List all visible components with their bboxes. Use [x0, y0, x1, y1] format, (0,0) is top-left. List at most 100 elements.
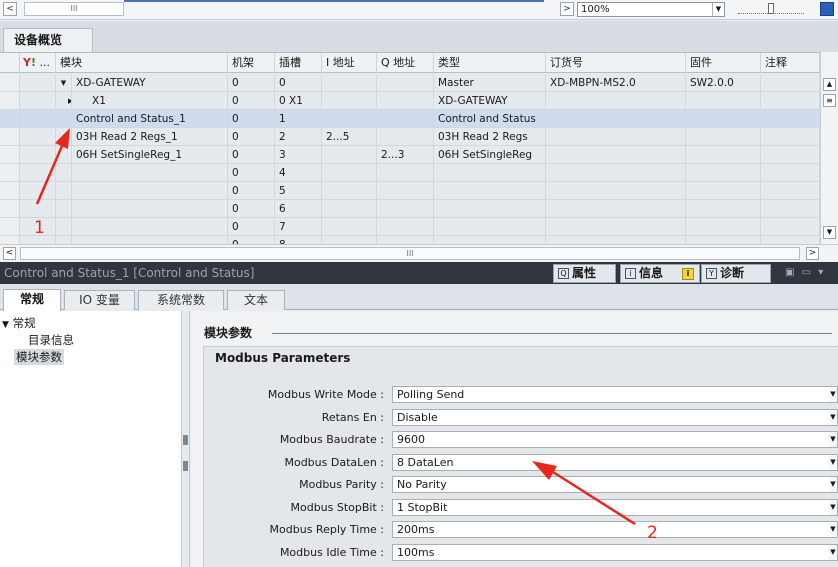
scroll-down-icon[interactable]: ▼: [823, 226, 836, 239]
row-expand-icon[interactable]: [56, 146, 72, 164]
column-header-i-address[interactable]: I 地址: [322, 53, 377, 73]
chevron-down-icon[interactable]: ▼: [829, 386, 838, 403]
row-expand-icon[interactable]: [56, 200, 72, 218]
row-gutter[interactable]: [0, 218, 20, 236]
cell-type: 06H SetSingleReg: [434, 146, 546, 164]
tab-device-overview[interactable]: 设备概览: [3, 28, 93, 52]
column-header-q-address[interactable]: Q 地址: [377, 53, 434, 73]
zoom-slider-thumb[interactable]: [768, 3, 774, 14]
param-select[interactable]: 1 StopBit: [392, 498, 832, 516]
row-gutter[interactable]: [0, 74, 20, 92]
collapse-right-icon[interactable]: [183, 461, 188, 471]
column-header-order-number[interactable]: 订货号: [546, 53, 686, 73]
row-expand-icon[interactable]: ▼: [56, 74, 72, 92]
cell-slot: 4: [275, 164, 322, 182]
param-select[interactable]: 100ms: [392, 543, 832, 561]
row-gutter[interactable]: [0, 92, 20, 110]
row-status-cell: [20, 92, 56, 110]
device-view-icon[interactable]: [820, 2, 834, 16]
column-header-rack[interactable]: 机架: [228, 53, 275, 73]
chevron-down-icon[interactable]: ▼: [829, 408, 838, 426]
scroll-right-icon[interactable]: >: [806, 247, 819, 260]
cell-note: [761, 146, 820, 164]
column-filter-header[interactable]: Y! ...: [20, 53, 56, 73]
cell-fw: [686, 146, 761, 164]
row-expand-icon[interactable]: ▶: [56, 92, 72, 110]
subtab-system-constants[interactable]: 系统常数: [138, 290, 224, 310]
tree-item-module-params[interactable]: 模块参数: [14, 349, 64, 365]
cell-rack: 0: [228, 92, 275, 110]
row-expand-icon[interactable]: [56, 164, 72, 182]
chevron-down-icon[interactable]: ▼: [829, 543, 838, 561]
cell-i-addr: [322, 74, 377, 92]
row-expand-icon[interactable]: [56, 218, 72, 236]
cell-rack: 0: [228, 164, 275, 182]
scroll-left-icon[interactable]: <: [3, 247, 16, 260]
scroll-right-button[interactable]: >: [560, 2, 574, 16]
cell-module: 03H Read 2 Regs_1: [72, 128, 228, 146]
column-header-firmware[interactable]: 固件: [686, 53, 761, 73]
grid-horizontal-scrollbar[interactable]: < III >: [0, 244, 838, 262]
cell-slot: 2: [275, 128, 322, 146]
scroll-up-icon[interactable]: ▲: [823, 78, 836, 91]
subtab-io-tags[interactable]: IO 变量: [64, 290, 135, 310]
top-scroll-thumb[interactable]: III: [24, 2, 124, 16]
chevron-down-icon[interactable]: ▼: [829, 431, 838, 448]
column-header-type[interactable]: 类型: [434, 53, 546, 73]
row-gutter[interactable]: [0, 236, 20, 244]
tab-properties[interactable]: Q 属性: [553, 264, 616, 283]
param-select[interactable]: No Parity: [392, 476, 832, 493]
row-gutter[interactable]: [0, 146, 20, 164]
filter-icon[interactable]: Y: [23, 56, 31, 69]
zoom-select[interactable]: 100% ▼: [577, 2, 725, 17]
chevron-down-icon[interactable]: ▼: [829, 476, 838, 493]
scroll-left-button[interactable]: <: [3, 2, 17, 16]
row-expand-icon[interactable]: [56, 110, 72, 128]
cell-i-addr: [322, 236, 377, 244]
cell-i-addr: [322, 146, 377, 164]
row-expand-icon[interactable]: [56, 182, 72, 200]
tree-expand-icon[interactable]: ▼: [2, 320, 9, 330]
row-gutter[interactable]: [0, 128, 20, 146]
scroll-grip-icon[interactable]: ≡: [823, 94, 836, 107]
row-status-cell: [20, 128, 56, 146]
cell-type: [434, 218, 546, 236]
tab-diagnostics[interactable]: Y 诊断: [701, 264, 771, 283]
cell-note: [761, 218, 820, 236]
column-header-module[interactable]: 模块: [56, 53, 228, 73]
horizontal-scroll-thumb[interactable]: III: [20, 247, 800, 260]
param-select[interactable]: 8 DataLen: [392, 453, 832, 471]
collapse-left-icon[interactable]: [183, 435, 188, 445]
cell-slot: 5: [275, 182, 322, 200]
chevron-down-icon[interactable]: ▼: [829, 453, 838, 471]
param-select[interactable]: 200ms: [392, 521, 832, 538]
param-label: Modbus Idle Time :: [279, 545, 384, 559]
cell-fw: [686, 92, 761, 110]
subtab-general[interactable]: 常规: [3, 289, 61, 311]
panel-splitter[interactable]: [182, 311, 190, 567]
grid-vertical-scrollbar[interactable]: ▲ ≡ ▼: [820, 52, 838, 244]
device-overview-table: Y! ... 模块 机架 插槽 I 地址 Q 地址 类型 订货号 固件 注释 ▼…: [0, 52, 820, 244]
panel-window-controls-icon[interactable]: ▣ ▭ ▾: [785, 266, 825, 280]
row-gutter[interactable]: [0, 164, 20, 182]
chevron-down-icon[interactable]: ▼: [829, 521, 838, 538]
tree-item-catalog-info[interactable]: 目录信息: [28, 332, 74, 348]
param-select[interactable]: 9600: [392, 431, 832, 448]
tree-item-general[interactable]: ▼ 常规: [2, 315, 36, 333]
cell-type: Master: [434, 74, 546, 92]
param-select[interactable]: Polling Send: [392, 386, 832, 403]
param-select[interactable]: Disable: [392, 408, 832, 426]
properties-title: Control and Status_1 [Control and Status…: [4, 266, 255, 280]
param-label: Modbus Reply Time :: [269, 523, 384, 536]
row-gutter[interactable]: [0, 182, 20, 200]
row-expand-icon[interactable]: [56, 128, 72, 146]
column-header-comment[interactable]: 注释: [761, 53, 820, 73]
chevron-down-icon[interactable]: ▼: [712, 3, 724, 16]
column-header-slot[interactable]: 插槽: [275, 53, 322, 73]
chevron-down-icon[interactable]: ▼: [829, 498, 838, 516]
subtab-texts[interactable]: 文本: [227, 290, 285, 310]
cell-q-addr: [377, 128, 434, 146]
row-gutter[interactable]: [0, 110, 20, 128]
row-expand-icon[interactable]: [56, 236, 72, 244]
row-gutter[interactable]: [0, 200, 20, 218]
